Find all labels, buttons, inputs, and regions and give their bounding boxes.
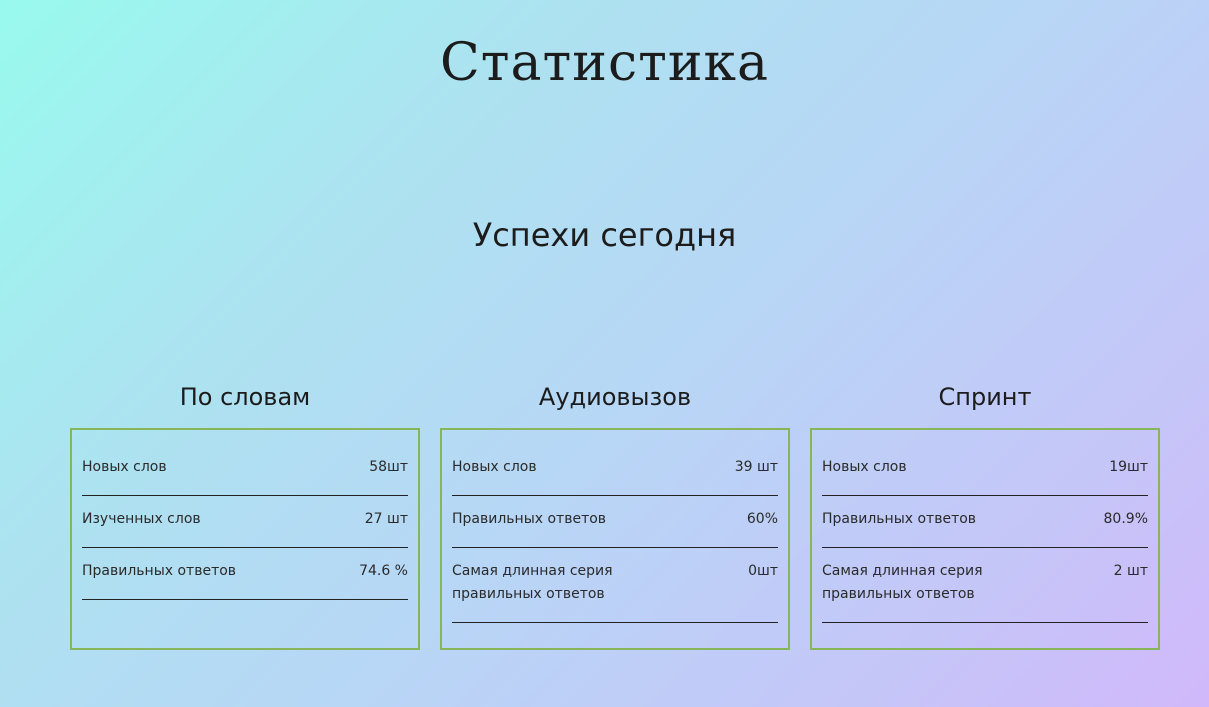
stat-value: 74.6 %: [359, 563, 408, 579]
card-title: Аудиовызов: [538, 383, 692, 411]
stat-label: Правильных ответов: [452, 511, 607, 527]
stat-value: 27 шт: [364, 511, 408, 527]
stat-label: Новых слов: [822, 459, 907, 475]
stats-card-audiocall: Аудиовызов Новых слов 39 шт Правильных о…: [440, 380, 790, 650]
stat-value: 0шт: [748, 563, 778, 579]
stat-value: 80.9%: [1103, 511, 1148, 527]
stat-label: Самая длинная серия правильных ответов: [822, 563, 983, 602]
stat-row-new-words: Новых слов 39 шт: [452, 446, 778, 496]
stat-row-learned-words: Изученных слов 27 шт: [82, 496, 408, 548]
card-title: Спринт: [938, 383, 1032, 411]
stat-row-correct-answers: Правильных ответов 74.6 %: [82, 548, 408, 600]
stat-value: 58шт: [369, 459, 408, 475]
stat-label: Самая длинная серия правильных ответов: [452, 563, 613, 602]
stat-label: Правильных ответов: [822, 511, 977, 527]
card-body: Новых слов 19шт Правильных ответов 80.9%…: [810, 428, 1160, 650]
stat-row-longest-streak: Самая длинная серия правильных ответов 0…: [452, 548, 778, 623]
stat-value: 19шт: [1109, 459, 1148, 475]
card-title: По словам: [179, 383, 311, 411]
stats-card-sprint: Спринт Новых слов 19шт Правильных ответо…: [810, 380, 1160, 650]
card-body: Новых слов 58шт Изученных слов 27 шт Пра…: [70, 428, 420, 650]
stat-label: Изученных слов: [82, 511, 201, 527]
page-title: Статистика: [439, 33, 770, 93]
stat-row-new-words: Новых слов 19шт: [822, 446, 1148, 496]
stats-card-words: По словам Новых слов 58шт Изученных слов…: [70, 380, 420, 650]
stat-row-longest-streak: Самая длинная серия правильных ответов 2…: [822, 548, 1148, 623]
stat-value: 39 шт: [734, 459, 778, 475]
stat-label: Новых слов: [452, 459, 537, 475]
stat-label: Новых слов: [82, 459, 167, 475]
card-body: Новых слов 39 шт Правильных ответов 60% …: [440, 428, 790, 650]
section-title-today: Успехи сегодня: [472, 216, 737, 254]
stat-row-new-words: Новых слов 58шт: [82, 446, 408, 496]
stat-value: 2 шт: [1113, 563, 1148, 579]
stat-row-correct-answers: Правильных ответов 80.9%: [822, 496, 1148, 548]
stat-value: 60%: [746, 511, 778, 527]
stat-label: Правильных ответов: [82, 563, 237, 579]
stat-row-correct-answers: Правильных ответов 60%: [452, 496, 778, 548]
